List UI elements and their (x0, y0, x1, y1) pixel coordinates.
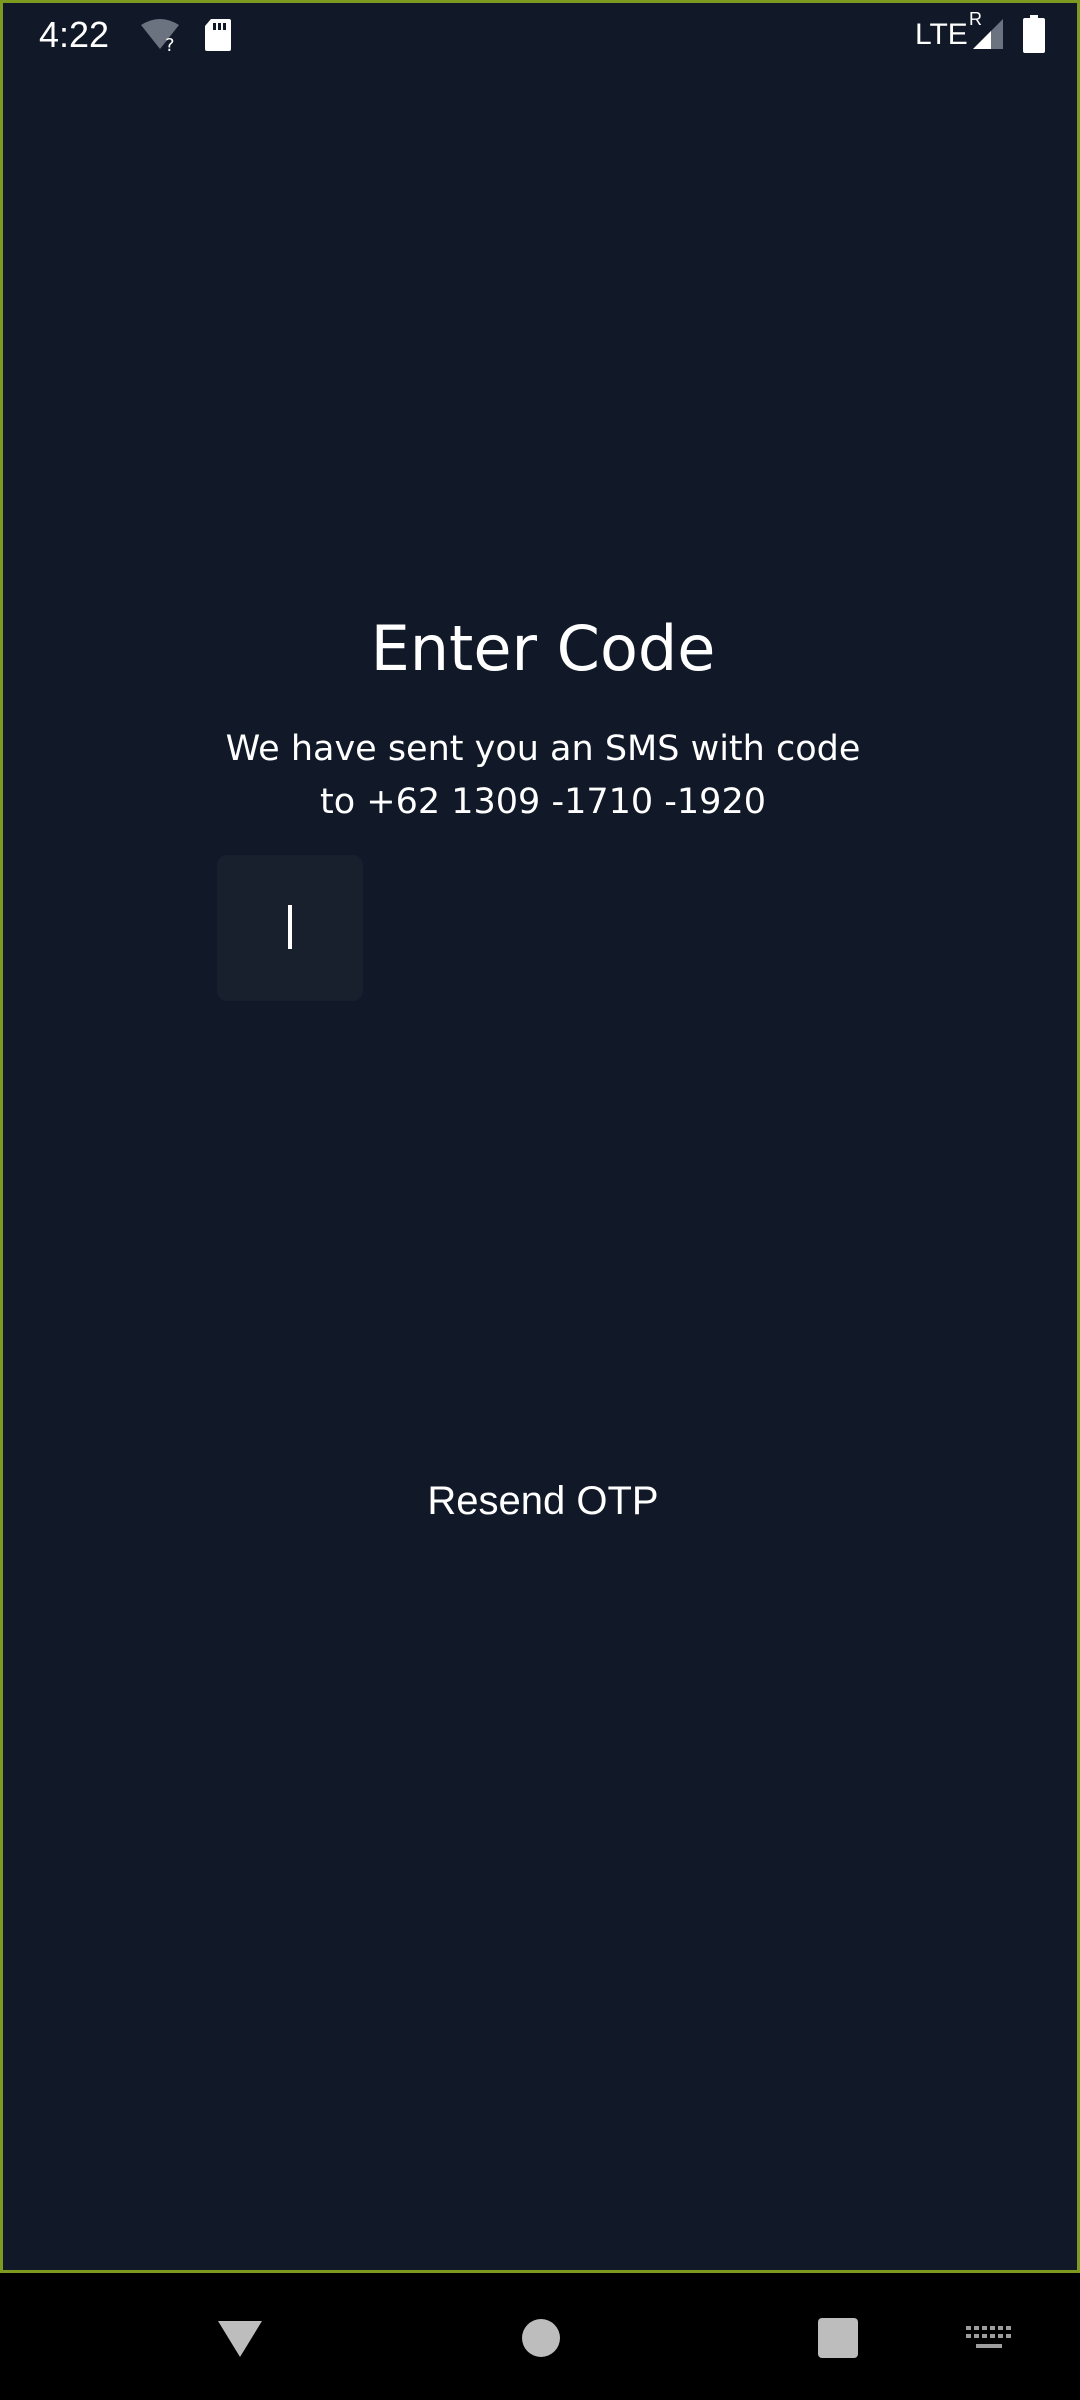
navigation-bar (0, 2273, 1080, 2400)
resend-otp-button[interactable]: Resend OTP (343, 1469, 743, 1533)
network-type: LTE (915, 18, 968, 51)
recents-icon[interactable] (818, 2318, 858, 2358)
sms-message: We have sent you an SMS with code to +62… (143, 723, 943, 829)
battery-icon (1023, 15, 1045, 53)
svg-text:?: ? (165, 35, 175, 53)
status-bar: 4:22 ? LTE R (3, 3, 1077, 67)
back-icon[interactable] (216, 2319, 264, 2359)
app-screen: 4:22 ? LTE R Enter Code We have sent you… (0, 0, 1080, 2273)
signal-icon (973, 19, 1003, 49)
status-time: 4:22 (39, 14, 110, 55)
home-icon[interactable] (522, 2319, 560, 2357)
sms-message-line1: We have sent you an SMS with code (225, 729, 861, 769)
otp-input[interactable] (217, 855, 363, 1001)
keyboard-icon[interactable] (966, 2326, 1012, 2352)
page-title: Enter Code (370, 612, 716, 685)
sms-message-line2: to +62 1309 -1710 -1920 (320, 782, 766, 822)
text-cursor (288, 905, 292, 949)
sd-card-icon (205, 19, 231, 51)
wifi-unknown-icon: ? (141, 19, 179, 53)
